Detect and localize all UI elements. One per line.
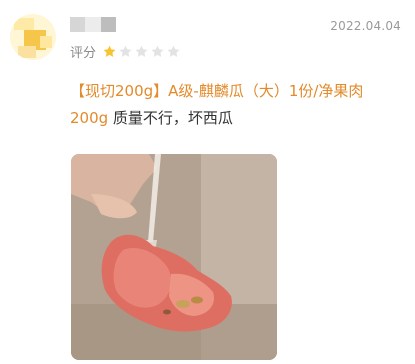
review-comment: 质量不行，坏西瓜 (108, 109, 233, 127)
star-icon (102, 44, 117, 59)
username-blurred (70, 17, 116, 32)
rating-label: 评分 (70, 46, 97, 61)
star-icon (166, 44, 181, 59)
rating-row: 评分 (70, 42, 181, 61)
review-text: 【现切200g】A级-麒麟瓜（大）1份/净果肉200g 质量不行，坏西瓜 (70, 78, 400, 132)
star-icon (150, 44, 165, 59)
star-icon (134, 44, 149, 59)
review-photo[interactable] (71, 154, 277, 360)
star-icon (118, 44, 133, 59)
avatar[interactable] (10, 14, 56, 60)
review-date: 2022.04.04 (330, 19, 401, 33)
rating-stars (102, 44, 181, 59)
